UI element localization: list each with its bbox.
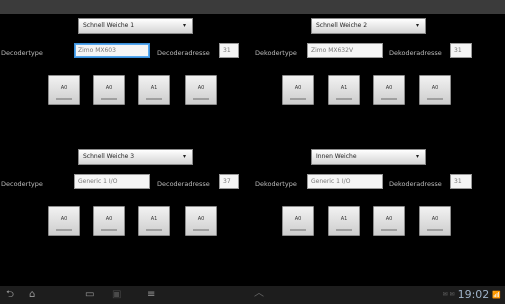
top-bar — [0, 0, 505, 14]
notification-icon: ✉ ✉ — [442, 291, 455, 298]
turnout-select-value: Innen Weiche — [316, 153, 357, 160]
output-button-2[interactable]: A0 — [93, 206, 125, 236]
decoder-type-label: Dekodertype — [255, 49, 297, 57]
content-area: Schnell Weiche 1 ▾ Decodertype Zimo MX60… — [0, 14, 505, 286]
system-navigation-bar: ⮌ ⌂ ▭ ▣ ≡ ︿ ✉ ✉ 19:02 📶 — [0, 286, 505, 304]
output-button-3[interactable]: A0 — [373, 206, 405, 236]
chevron-down-icon: ▾ — [182, 22, 186, 29]
screenshot-icon[interactable]: ▣ — [112, 289, 121, 301]
clock: 19:02 — [457, 288, 490, 301]
output-button-2[interactable]: A0 — [93, 75, 125, 105]
decoder-address-field[interactable]: 37 — [219, 174, 239, 189]
turnout-select[interactable]: Innen Weiche ▾ — [311, 149, 426, 165]
decoder-type-field[interactable]: Zimo MX632V — [307, 43, 383, 58]
output-button-4[interactable]: A0 — [419, 206, 451, 236]
decoder-address-label: Decoderadresse — [157, 180, 210, 188]
back-icon[interactable]: ⮌ — [6, 289, 14, 301]
decoder-type-field[interactable]: Zimo MX603 — [74, 43, 150, 58]
decoder-panel-1: Schnell Weiche 1 ▾ Decodertype Zimo MX60… — [0, 18, 250, 128]
output-button-1[interactable]: A0 — [282, 75, 314, 105]
decoder-panel-2: Schnell Weiche 2 ▾ Dekodertype Zimo MX63… — [252, 18, 502, 128]
recent-apps-icon[interactable]: ▭ — [85, 289, 94, 301]
decoder-type-label: Dekodertype — [255, 180, 297, 188]
decoder-panel-4: Innen Weiche ▾ Dekodertype Generic 1 I/O… — [252, 149, 502, 259]
decoder-address-field[interactable]: 31 — [450, 174, 472, 189]
chevron-down-icon: ▾ — [415, 22, 419, 29]
decoder-panel-3: Schnell Weiche 3 ▾ Decodertype Generic 1… — [0, 149, 250, 259]
status-area[interactable]: ✉ ✉ 19:02 📶 — [443, 288, 501, 301]
turnout-select[interactable]: Schnell Weiche 2 ▾ — [311, 18, 426, 34]
decoder-address-field[interactable]: 31 — [450, 43, 472, 58]
turnout-select[interactable]: Schnell Weiche 1 ▾ — [78, 18, 193, 34]
signal-icon: 📶 — [492, 290, 501, 299]
decoder-address-label: Dekoderadresse — [389, 180, 442, 188]
output-button-2[interactable]: A1 — [328, 75, 360, 105]
chevron-down-icon: ▾ — [415, 153, 419, 160]
turnout-select-value: Schnell Weiche 2 — [316, 22, 368, 29]
decoder-type-field[interactable]: Generic 1 I/O — [74, 174, 150, 189]
output-button-3[interactable]: A0 — [373, 75, 405, 105]
output-button-3[interactable]: A1 — [138, 75, 170, 105]
decoder-address-label: Decoderadresse — [157, 49, 210, 57]
home-icon[interactable]: ⌂ — [29, 289, 35, 301]
output-button-2[interactable]: A1 — [328, 206, 360, 236]
output-button-4[interactable]: A0 — [185, 75, 217, 105]
turnout-select[interactable]: Schnell Weiche 3 ▾ — [78, 149, 193, 165]
output-button-3[interactable]: A1 — [138, 206, 170, 236]
turnout-select-value: Schnell Weiche 3 — [83, 153, 135, 160]
chevron-up-icon[interactable]: ︿ — [254, 288, 264, 300]
decoder-type-label: Decodertype — [1, 49, 43, 57]
chevron-down-icon: ▾ — [182, 153, 186, 160]
output-button-1[interactable]: A0 — [48, 75, 80, 105]
decoder-type-field[interactable]: Generic 1 I/O — [307, 174, 383, 189]
menu-icon[interactable]: ≡ — [147, 289, 155, 301]
output-button-4[interactable]: A0 — [185, 206, 217, 236]
decoder-address-label: Dekoderadresse — [389, 49, 442, 57]
output-button-1[interactable]: A0 — [282, 206, 314, 236]
output-button-1[interactable]: A0 — [48, 206, 80, 236]
turnout-select-value: Schnell Weiche 1 — [83, 22, 135, 29]
decoder-type-label: Decodertype — [1, 180, 43, 188]
decoder-address-field[interactable]: 31 — [219, 43, 239, 58]
output-button-4[interactable]: A0 — [419, 75, 451, 105]
